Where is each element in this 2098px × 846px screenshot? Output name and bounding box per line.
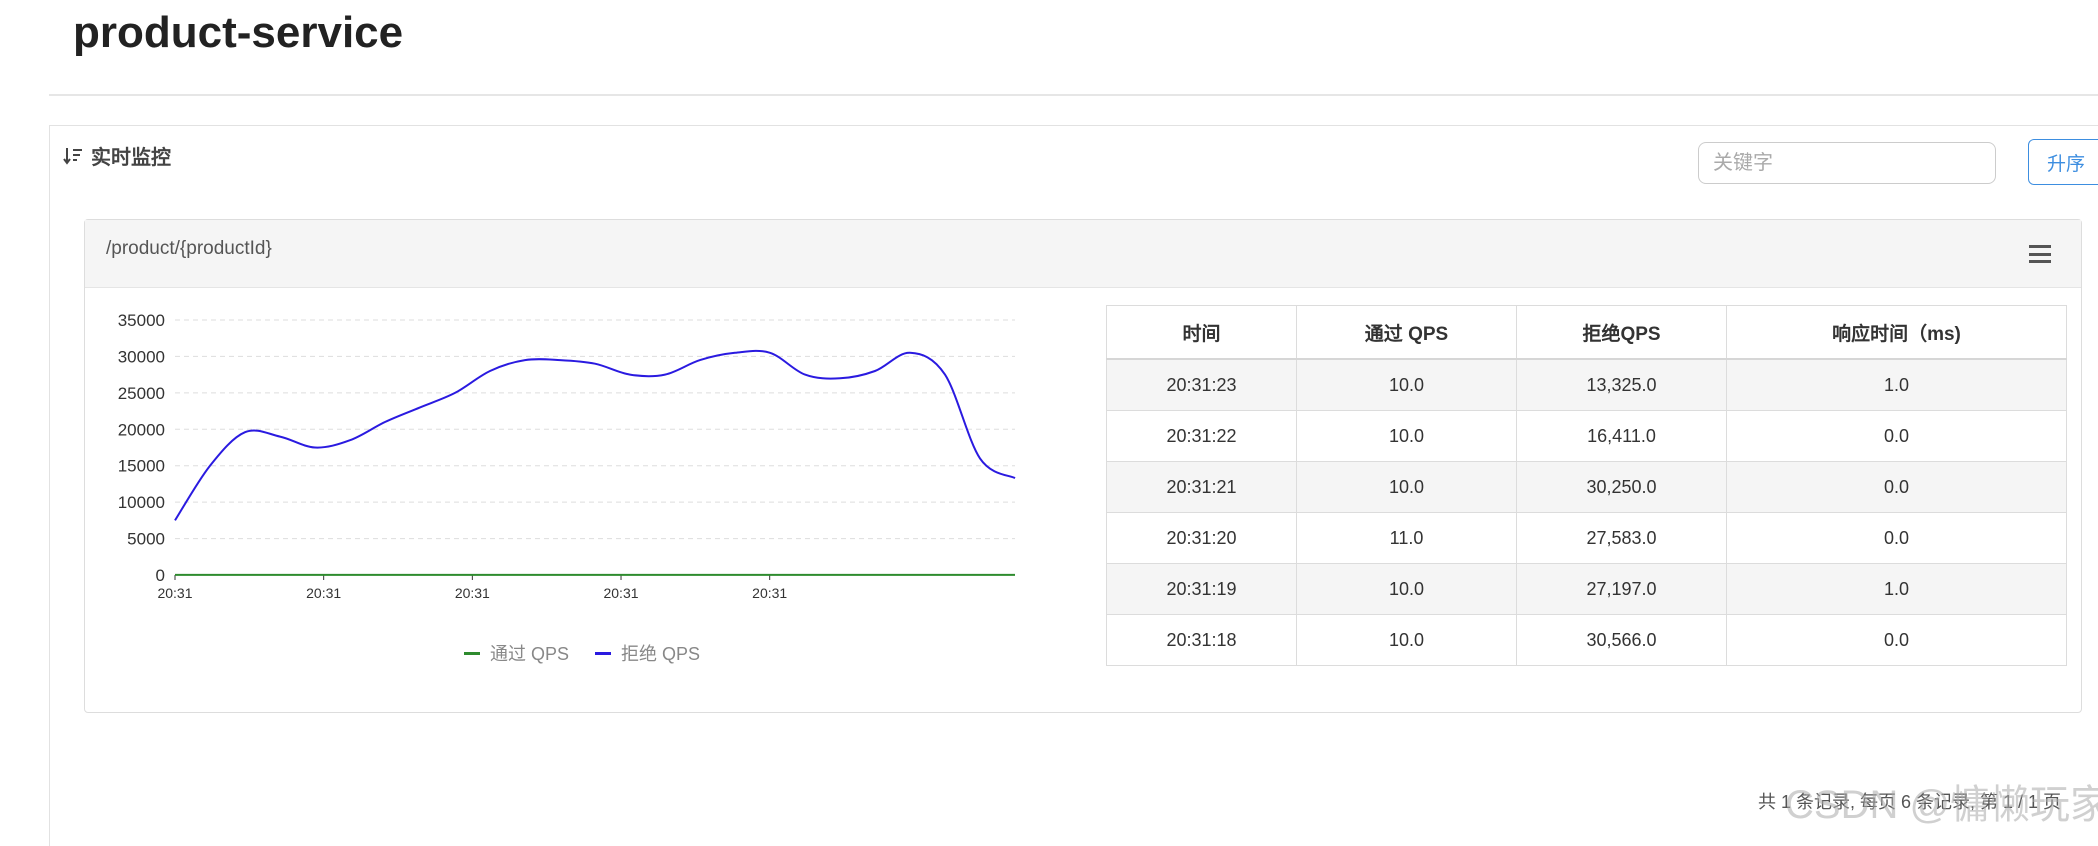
y-tick-label: 30000 [118, 347, 165, 366]
cell-time: 20:31:23 [1106, 358, 1297, 411]
y-tick-label: 0 [156, 566, 165, 585]
panel-title: 实时监控 [91, 147, 171, 169]
cell-pass-qps: 10.0 [1296, 358, 1517, 411]
col-block-qps: 拒绝QPS [1516, 305, 1727, 360]
menu-icon[interactable] [2029, 245, 2051, 263]
qps-line-chart: 3500030000250002000015000100005000020:31… [118, 311, 1016, 601]
cell-rt: 0.0 [1726, 461, 2067, 513]
x-tick-label: 20:31 [306, 585, 341, 601]
cell-rt: 1.0 [1726, 358, 2067, 411]
y-tick-label: 35000 [118, 311, 165, 330]
resource-card-header [85, 220, 2081, 288]
cell-time: 20:31:18 [1106, 614, 1297, 666]
cell-block-qps: 13,325.0 [1516, 358, 1727, 411]
sort-asc-button[interactable]: 升序 [2028, 139, 2098, 185]
watermark: CSDN @慵懒玩家 [1785, 783, 2098, 827]
col-rt: 响应时间（ms) [1726, 305, 2067, 360]
cell-block-qps: 30,250.0 [1516, 461, 1727, 513]
legend-item-block[interactable]: 拒绝 QPS [595, 640, 700, 666]
cell-time: 20:31:21 [1106, 461, 1297, 513]
cell-pass-qps: 10.0 [1296, 614, 1517, 666]
y-tick-label: 10000 [118, 493, 165, 512]
cell-rt: 0.0 [1726, 512, 2067, 564]
cell-block-qps: 27,197.0 [1516, 563, 1727, 615]
table-row: 20:31:19 10.0 27,197.0 1.0 [1106, 563, 2067, 615]
cell-rt: 0.0 [1726, 614, 2067, 666]
resource-name: /product/{productId} [106, 238, 272, 259]
table-row: 20:31:22 10.0 16,411.0 0.0 [1106, 410, 2067, 462]
y-tick-label: 5000 [127, 530, 165, 549]
x-tick-label: 20:31 [752, 585, 787, 601]
col-pass-qps: 通过 QPS [1296, 305, 1517, 360]
cell-time: 20:31:19 [1106, 563, 1297, 615]
legend-item-pass[interactable]: 通过 QPS [464, 640, 569, 666]
series-line-block-qps [174, 349, 1016, 521]
table-row: 20:31:18 10.0 30,566.0 0.0 [1106, 614, 2067, 666]
cell-block-qps: 27,583.0 [1516, 512, 1727, 564]
cell-block-qps: 30,566.0 [1516, 614, 1727, 666]
cell-pass-qps: 10.0 [1296, 461, 1517, 513]
header-divider [49, 94, 2098, 96]
panel-header: 实时监控 [63, 141, 171, 170]
x-tick-label: 20:31 [455, 585, 490, 601]
y-tick-label: 25000 [118, 384, 165, 403]
chart-legend: 通过 QPS 拒绝 QPS [464, 640, 714, 666]
cell-pass-qps: 10.0 [1296, 410, 1517, 462]
legend-label-block: 拒绝 QPS [621, 644, 701, 664]
cell-rt: 1.0 [1726, 563, 2067, 615]
page-title: product-service [73, 8, 404, 57]
x-tick-label: 20:31 [603, 585, 638, 601]
sort-list-icon [63, 146, 83, 166]
x-tick-label: 20:31 [157, 585, 192, 601]
metrics-table: 时间 通过 QPS 拒绝QPS 响应时间（ms) 20:31:23 10.0 1… [1106, 305, 2067, 666]
legend-swatch-pass [464, 651, 480, 655]
cell-time: 20:31:20 [1106, 512, 1297, 564]
cell-time: 20:31:22 [1106, 410, 1297, 462]
cell-rt: 0.0 [1726, 410, 2067, 462]
table-header-row: 时间 通过 QPS 拒绝QPS 响应时间（ms) [1106, 305, 2067, 360]
cell-pass-qps: 10.0 [1296, 563, 1517, 615]
table-row: 20:31:21 10.0 30,250.0 0.0 [1106, 461, 2067, 513]
search-input[interactable] [1698, 142, 1996, 184]
y-tick-label: 15000 [118, 457, 165, 476]
cell-block-qps: 16,411.0 [1516, 410, 1727, 462]
table-row: 20:31:20 11.0 27,583.0 0.0 [1106, 512, 2067, 564]
cell-pass-qps: 11.0 [1296, 512, 1517, 564]
table-row: 20:31:23 10.0 13,325.0 1.0 [1106, 358, 2067, 411]
y-tick-label: 20000 [118, 420, 165, 439]
legend-label-pass: 通过 QPS [490, 644, 570, 664]
legend-swatch-block [595, 651, 612, 655]
col-time: 时间 [1106, 305, 1297, 360]
